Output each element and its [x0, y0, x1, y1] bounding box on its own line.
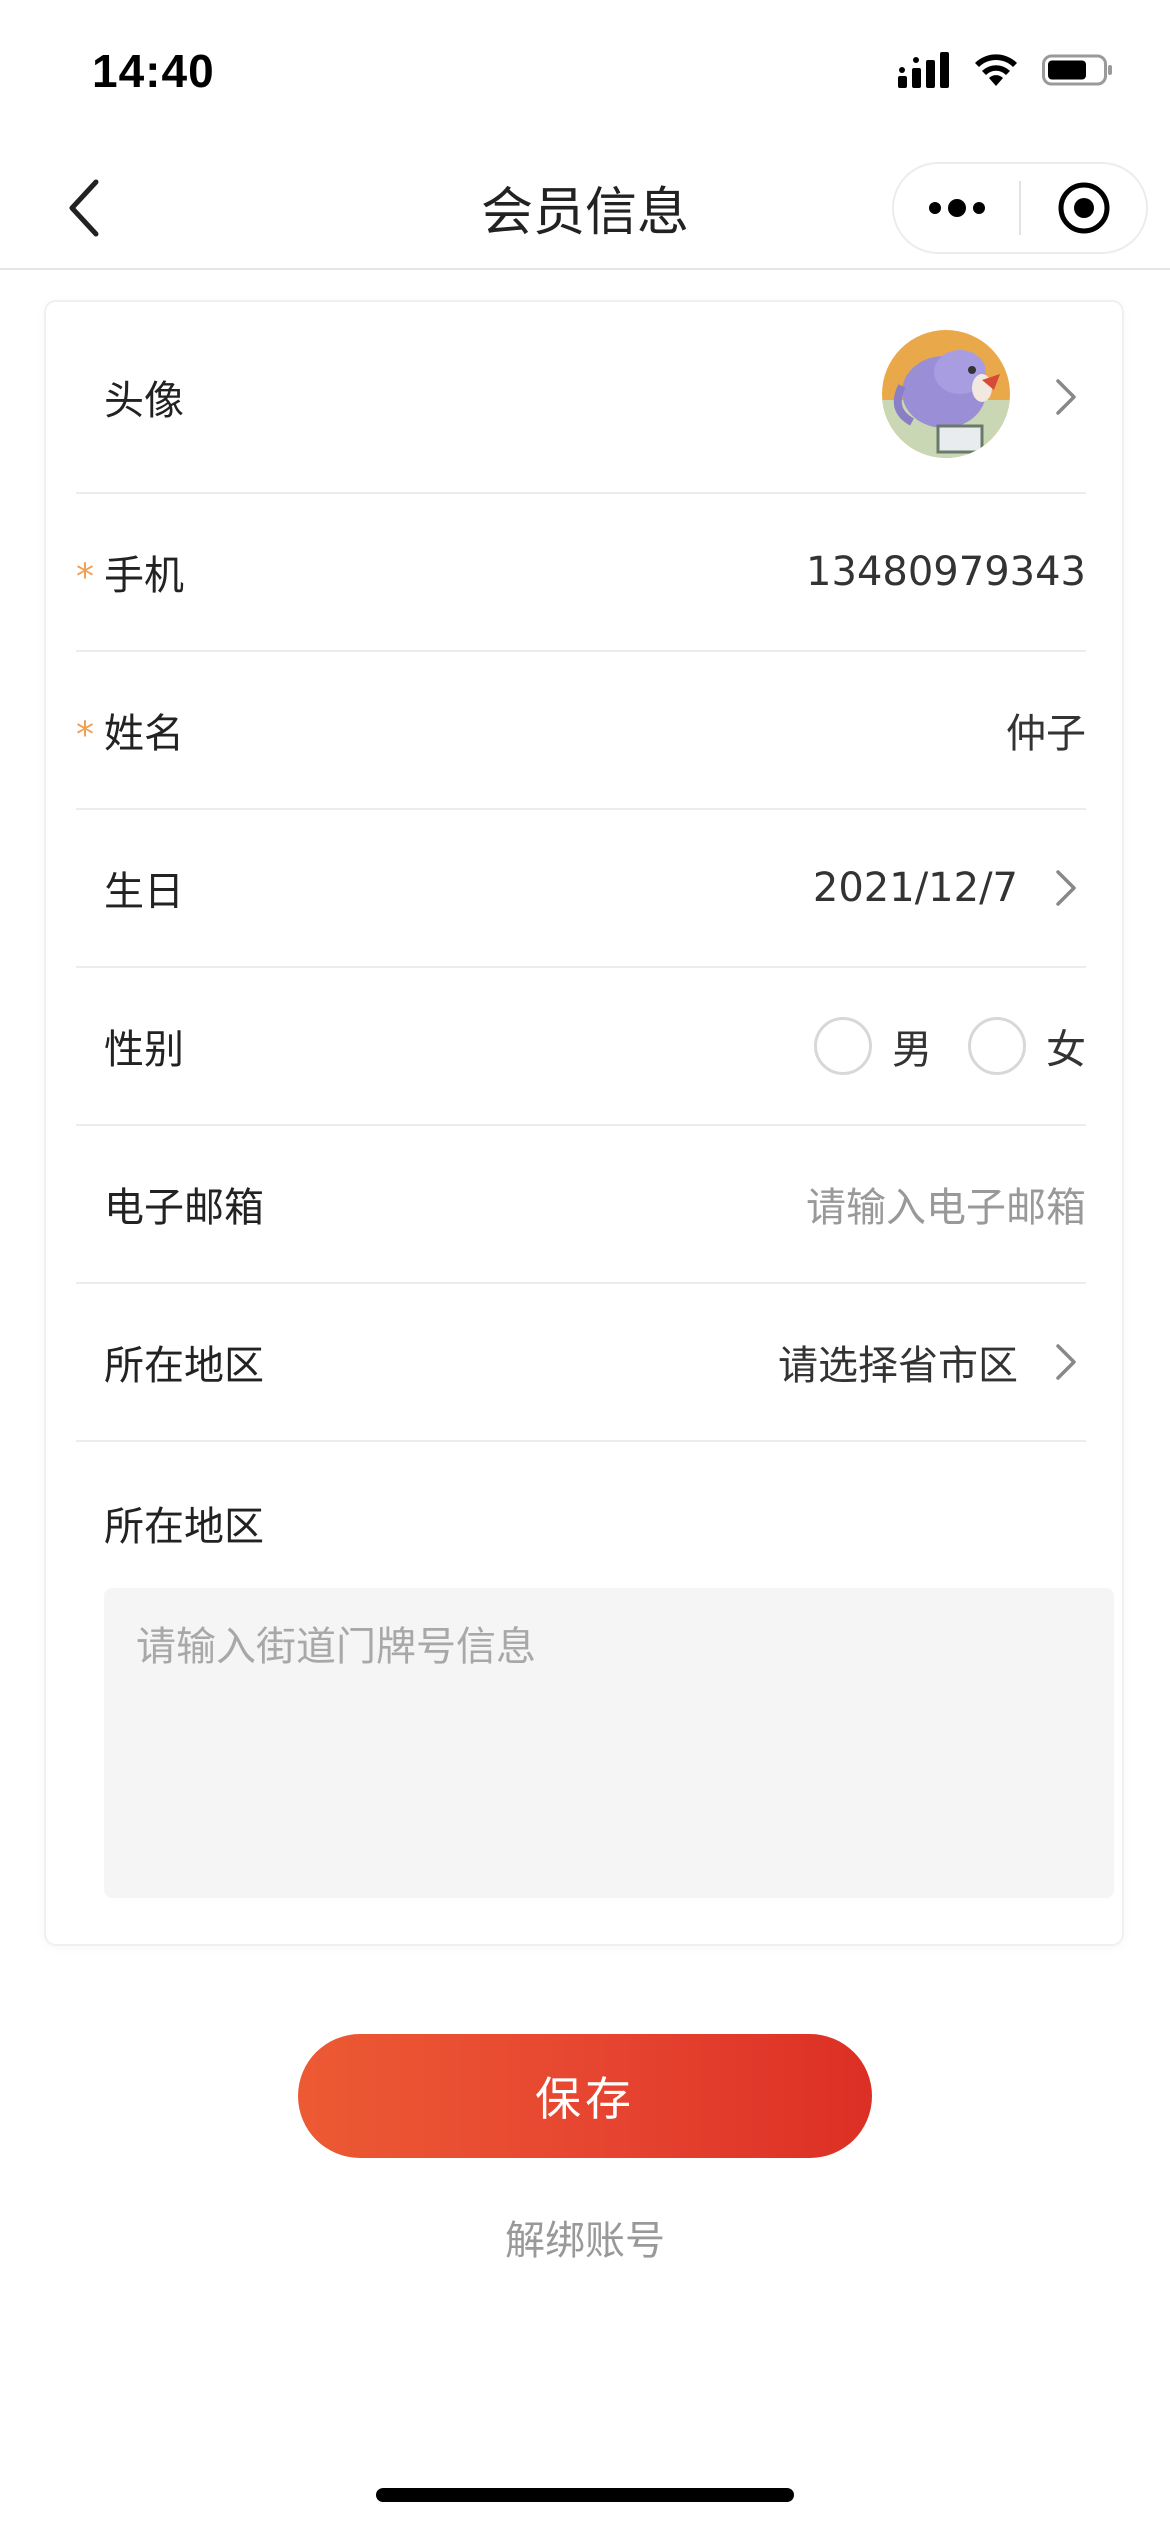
nav-bar: 会员信息	[0, 140, 1170, 270]
status-bar: 14:40	[0, 0, 1170, 140]
birthday-row[interactable]: 生日 2021/12/7	[76, 810, 1086, 968]
chevron-right-icon	[1046, 1342, 1086, 1382]
region-label: 所在地区	[104, 1343, 264, 1389]
birthday-value: 2021/12/7	[812, 865, 1018, 911]
unbind-account-link[interactable]: 解绑账号	[0, 2208, 1170, 2266]
more-button[interactable]	[894, 164, 1019, 252]
gender-option-label: 女	[1046, 1027, 1086, 1073]
name-label: 姓名	[104, 711, 184, 757]
email-field[interactable]: 请输入电子邮箱	[806, 1175, 1086, 1233]
home-indicator	[376, 2488, 794, 2502]
region-row[interactable]: 所在地区 请选择省市区	[76, 1284, 1086, 1442]
radio-circle-icon	[814, 1017, 872, 1075]
save-button[interactable]: 保存	[298, 2034, 872, 2158]
target-close-icon	[1058, 182, 1109, 234]
member-info-card: 头像 * 手机 13480979343 * 姓名 仲子 生日 2021/12/7…	[44, 300, 1124, 1946]
phone-row: * 手机 13480979343	[76, 494, 1086, 652]
name-row[interactable]: * 姓名 仲子	[76, 652, 1086, 810]
birthday-label: 生日	[104, 869, 184, 915]
phone-label: 手机	[104, 553, 184, 599]
phone-value: 13480979343	[806, 549, 1086, 595]
mini-program-capsule	[892, 162, 1148, 254]
status-time: 14:40	[92, 45, 215, 97]
required-mark: *	[76, 714, 94, 756]
gender-option-female[interactable]: 女	[968, 1017, 1086, 1075]
chevron-right-icon	[1046, 377, 1086, 417]
region-picker-value: 请选择省市区	[778, 1343, 1018, 1389]
avatar-image	[882, 330, 1010, 458]
email-label: 电子邮箱	[104, 1185, 264, 1231]
close-mini-program-button[interactable]	[1021, 164, 1146, 252]
email-row: 电子邮箱 请输入电子邮箱	[76, 1126, 1086, 1284]
address-textarea[interactable]: 请输入街道门牌号信息	[104, 1588, 1114, 1898]
address-placeholder: 请输入街道门牌号信息	[136, 1624, 536, 1670]
signal-icon	[898, 52, 949, 88]
gender-radio-group: 男 女	[778, 1017, 1086, 1075]
chevron-right-icon	[1046, 868, 1086, 908]
battery-icon	[1042, 54, 1112, 86]
wifi-icon	[975, 54, 1017, 86]
avatar-row[interactable]: 头像	[76, 302, 1086, 494]
more-dots-icon	[928, 199, 985, 217]
gender-row: 性别 男 女	[76, 968, 1086, 1126]
status-icons	[898, 52, 1114, 88]
required-mark: *	[76, 556, 94, 598]
radio-circle-icon	[968, 1017, 1026, 1075]
gender-option-male[interactable]: 男	[814, 1017, 932, 1075]
name-input[interactable]: 仲子	[1006, 701, 1086, 759]
gender-label: 性别	[104, 1027, 184, 1073]
screen: 14:40 会员信息 头像 * 手机 13480979343 * 姓名 仲子 生…	[0, 0, 1170, 2532]
avatar-label: 头像	[104, 378, 184, 424]
avatar[interactable]	[882, 330, 1010, 458]
address-label: 所在地区	[104, 1504, 264, 1550]
gender-option-label: 男	[892, 1027, 932, 1073]
